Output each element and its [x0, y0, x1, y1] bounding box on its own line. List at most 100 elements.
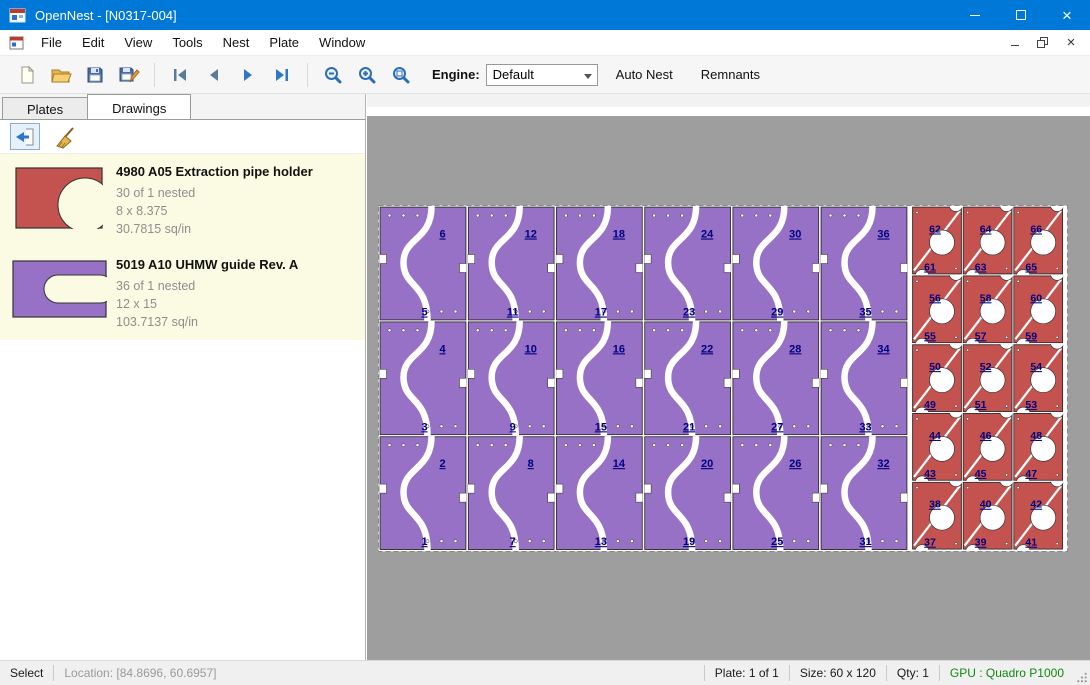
menu-edit[interactable]: Edit — [72, 31, 114, 54]
svg-text:66: 66 — [1030, 224, 1042, 236]
zoom-out-button[interactable] — [318, 60, 348, 90]
last-plate-button[interactable] — [267, 60, 297, 90]
purple-part-pair[interactable]: 1615 — [556, 321, 643, 435]
purple-part-pair[interactable]: 43 — [380, 321, 467, 435]
red-part-pair[interactable]: 5251 — [963, 335, 1013, 421]
red-part-pair[interactable]: 5655 — [913, 266, 963, 352]
save-as-button[interactable] — [114, 60, 144, 90]
next-plate-button[interactable] — [233, 60, 263, 90]
nest-canvas[interactable]: 6512111817242330293635431091615222128273… — [367, 94, 1090, 660]
svg-text:18: 18 — [613, 229, 625, 241]
zoom-fit-button[interactable] — [386, 60, 416, 90]
chevron-down-icon — [584, 74, 592, 79]
window-title: OpenNest - [N0317-004] — [35, 8, 177, 23]
svg-text:51: 51 — [975, 399, 987, 411]
purple-part-pair[interactable]: 21 — [380, 436, 467, 550]
new-file-icon — [17, 65, 37, 85]
broom-icon — [53, 125, 77, 149]
svg-text:3: 3 — [421, 421, 427, 433]
menu-nest[interactable]: Nest — [213, 31, 260, 54]
svg-text:53: 53 — [1025, 399, 1037, 411]
red-part-pair[interactable]: 3837 — [913, 473, 963, 552]
red-part-pair[interactable]: 6059 — [1014, 266, 1064, 352]
mdi-window-controls: × — [1006, 34, 1090, 52]
auto-nest-button[interactable]: Auto Nest — [606, 61, 683, 88]
remnants-button[interactable]: Remnants — [691, 61, 770, 88]
save-button[interactable] — [80, 60, 110, 90]
resize-grip-icon[interactable] — [1074, 661, 1090, 685]
first-plate-button[interactable] — [165, 60, 195, 90]
svg-text:19: 19 — [683, 536, 695, 548]
purple-part-pair[interactable]: 2827 — [732, 321, 819, 435]
tab-drawings[interactable]: Drawings — [87, 94, 191, 119]
menu-window[interactable]: Window — [309, 31, 375, 54]
purple-part-pair[interactable]: 109 — [468, 321, 555, 435]
drawing-item-uhmw-guide[interactable]: 5019 A10 UHMW guide Rev. A 36 of 1 neste… — [0, 247, 365, 340]
red-part-pair[interactable]: 4645 — [963, 404, 1013, 490]
purple-part-pair[interactable]: 3029 — [732, 207, 819, 321]
drawing-list: 4980 A05 Extraction pipe holder 30 of 1 … — [0, 154, 365, 340]
menu-plate[interactable]: Plate — [259, 31, 309, 54]
mdi-restore-icon — [1037, 37, 1049, 49]
red-part-pair[interactable]: 4039 — [963, 473, 1013, 552]
plate-svg[interactable]: 6512111817242330293635431091615222128273… — [378, 205, 1068, 552]
purple-part-pair[interactable]: 2019 — [644, 436, 731, 550]
purple-part-pair[interactable]: 2423 — [644, 207, 731, 321]
red-part-pair[interactable]: 5453 — [1014, 335, 1064, 421]
clean-drawings-button[interactable] — [50, 123, 80, 150]
import-arrow-icon — [13, 126, 37, 148]
purple-part-pair[interactable]: 1817 — [556, 207, 643, 321]
svg-text:27: 27 — [771, 421, 783, 433]
maximize-button[interactable] — [998, 0, 1044, 30]
toolbar-separator — [154, 63, 155, 87]
purple-part-pair[interactable]: 3635 — [821, 207, 908, 321]
mdi-minimize-button[interactable] — [1006, 34, 1024, 52]
menu-view[interactable]: View — [114, 31, 162, 54]
minimize-icon — [970, 15, 980, 16]
engine-select[interactable]: Default — [486, 64, 598, 86]
red-part-pair[interactable]: 5857 — [963, 266, 1013, 352]
minimize-button[interactable] — [952, 0, 998, 30]
red-part-pair[interactable]: 4847 — [1014, 404, 1064, 490]
svg-text:23: 23 — [683, 307, 695, 319]
svg-text:15: 15 — [595, 421, 607, 433]
menu-file[interactable]: File — [31, 31, 72, 54]
import-drawing-button[interactable] — [10, 123, 40, 150]
purple-part-pair[interactable]: 1413 — [556, 436, 643, 550]
drawing-title: 4980 A05 Extraction pipe holder — [116, 164, 357, 179]
svg-text:64: 64 — [980, 224, 992, 236]
red-part-pair[interactable]: 4443 — [913, 404, 963, 490]
purple-part-pair[interactable]: 3231 — [821, 436, 908, 550]
open-button[interactable] — [46, 60, 76, 90]
status-gpu: GPU : Quadro P1000 — [940, 666, 1074, 680]
red-part-pair[interactable]: 6463 — [963, 205, 1013, 284]
menu-tools[interactable]: Tools — [162, 31, 212, 54]
tab-plates[interactable]: Plates — [2, 97, 88, 119]
zoom-in-button[interactable] — [352, 60, 382, 90]
svg-text:39: 39 — [975, 537, 987, 549]
purple-part-pair[interactable]: 3433 — [821, 321, 908, 435]
red-part-pair[interactable]: 6261 — [913, 205, 963, 284]
red-part-pair[interactable]: 5049 — [913, 335, 963, 421]
mdi-close-button[interactable]: × — [1062, 34, 1080, 52]
purple-part-pair[interactable]: 1211 — [468, 207, 555, 321]
new-button[interactable] — [12, 60, 42, 90]
document-window-icon[interactable] — [9, 35, 25, 50]
mdi-restore-button[interactable] — [1034, 34, 1052, 52]
svg-text:34: 34 — [877, 343, 890, 355]
purple-part-pair[interactable]: 2221 — [644, 321, 731, 435]
purple-part-pair[interactable]: 87 — [468, 436, 555, 550]
drawing-nested-count: 36 of 1 nested — [116, 277, 357, 295]
purple-part-pair[interactable]: 2625 — [732, 436, 819, 550]
purple-part-pair[interactable]: 65 — [380, 207, 467, 321]
previous-arrow-icon — [204, 65, 224, 85]
drawing-item-extraction-pipe-holder[interactable]: 4980 A05 Extraction pipe holder 30 of 1 … — [0, 154, 365, 247]
svg-text:42: 42 — [1030, 499, 1042, 511]
plate-sheet[interactable]: 6512111817242330293635431091615222128273… — [378, 205, 1068, 552]
red-part-pair[interactable]: 6665 — [1014, 205, 1064, 284]
purple-part-thumbnail-icon — [12, 260, 107, 318]
red-part-pair[interactable]: 4241 — [1014, 473, 1064, 552]
svg-text:14: 14 — [613, 458, 626, 470]
previous-plate-button[interactable] — [199, 60, 229, 90]
close-button[interactable]: × — [1044, 0, 1090, 30]
